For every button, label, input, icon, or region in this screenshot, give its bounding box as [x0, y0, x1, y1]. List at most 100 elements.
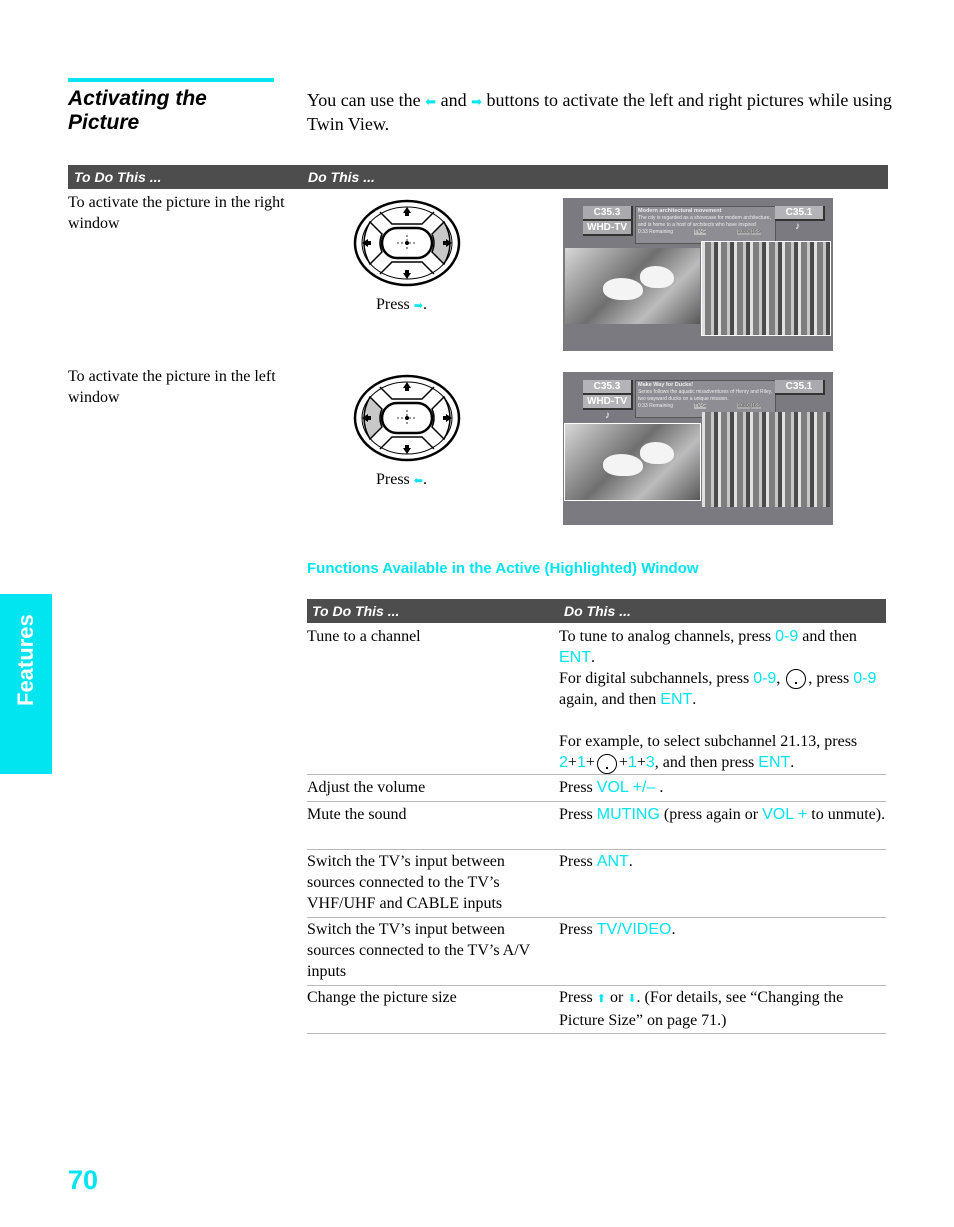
left-arrow-icon: ⬅	[413, 475, 423, 487]
text: Press	[559, 806, 597, 823]
twin-view-screen-left-active: C35.3 WHD-TV ♪ Make Way for Ducks! Serie…	[563, 372, 833, 525]
up-arrow-icon: ⬆	[596, 993, 606, 1005]
key-0-9: 0-9	[853, 670, 877, 687]
plus: +	[636, 754, 646, 772]
right-channel-label: C35.1	[775, 206, 825, 221]
key-ent: ENT	[660, 691, 693, 709]
features-side-tab: Features	[0, 594, 52, 774]
dot-button-icon	[786, 669, 807, 690]
program-status: 0:33 Remaining TV-G 1080i 16:9	[638, 229, 773, 236]
page-number: 70	[68, 1165, 99, 1195]
text: Press	[559, 853, 597, 870]
time-remaining: 0:33 Remaining	[638, 229, 674, 235]
text: , and then press	[654, 754, 759, 772]
text: , press	[808, 670, 854, 687]
left-arrow-icon: ⬅	[425, 94, 437, 109]
left-channel-label: C35.3	[583, 380, 633, 395]
left-channel-label: C35.3	[583, 206, 633, 221]
twin-view-screen-right-active: C35.3 WHD-TV Modern architectural moveme…	[563, 198, 833, 351]
functions-table-header: To Do This ... Do This ...	[307, 599, 886, 623]
table-row: Switch the TV’s input between sources co…	[307, 919, 886, 986]
key-ent: ENT	[559, 649, 591, 666]
example-instruction: For example, to select subchannel 21.13,…	[559, 731, 886, 774]
text: .	[671, 921, 676, 938]
action-cell: Press ANT.	[559, 851, 886, 872]
intro-paragraph: You can use the ⬅ and ➡ buttons to activ…	[307, 89, 907, 136]
key-0-9: 0-9	[753, 670, 777, 687]
time-remaining: 0:33 Remaining	[638, 403, 674, 409]
action-cell: Press ⬆ or ⬇. (For details, see “Changin…	[559, 987, 886, 1031]
right-arrow-icon: ➡	[413, 300, 423, 312]
text: again, and then	[559, 691, 661, 709]
key-2: 2	[559, 754, 568, 772]
text: to unmute).	[807, 806, 886, 823]
press-label: Press	[376, 296, 414, 313]
right-arrow-icon: ➡	[471, 94, 482, 109]
program-title: Make Way for Ducks!	[638, 382, 694, 388]
key-1: 1	[576, 754, 586, 772]
program-title: Modern architectural movement	[638, 208, 722, 214]
text: For example, to select subchannel 21.13,…	[559, 733, 858, 751]
text: For digital subchannels, press	[559, 670, 754, 687]
key-tv-video: TV/VIDEO	[596, 921, 672, 938]
table-row: Change the picture size Press ⬆ or ⬇. (F…	[307, 987, 886, 1034]
dot-button-icon	[596, 753, 617, 774]
text: ,	[776, 670, 785, 687]
task-cell: Switch the TV’s input between sources co…	[307, 921, 530, 980]
remote-dpad-left-highlighted	[353, 374, 461, 462]
text: or	[606, 989, 628, 1006]
resolution-badge: 1080i	[737, 229, 750, 235]
remote-dpad-right-highlighted	[353, 199, 461, 287]
intro-text: and	[436, 90, 472, 110]
text: Press	[559, 989, 597, 1006]
table-row: Tune to a channel To tune to analog chan…	[307, 626, 886, 775]
audio-note-icon: ♪	[605, 410, 610, 421]
rating-badge: TV-G	[694, 229, 707, 235]
text: .	[591, 649, 595, 666]
key-muting: MUTING	[596, 806, 660, 823]
right-channel-label: C35.1	[775, 380, 825, 395]
section-title-line1: Activating the	[68, 87, 207, 110]
task-activate-right: To activate the picture in the right win…	[68, 194, 285, 232]
table-header: To Do This ... Do This ...	[68, 165, 888, 189]
action-cell: To tune to analog channels, press 0-9 an…	[559, 626, 886, 774]
header-todo: To Do This ...	[312, 603, 400, 619]
header-todo: To Do This ...	[74, 169, 162, 185]
intro-text: You can use the	[307, 90, 426, 110]
program-info-banner: Modern architectural movement The city i…	[635, 206, 776, 244]
section-title-line2: Picture	[68, 111, 140, 134]
key-vol-plus: VOL +	[762, 806, 808, 823]
action-cell: Press TV/VIDEO.	[559, 919, 886, 940]
program-description: Series follows the aquatic misadventures…	[638, 389, 773, 402]
task-cell: Change the picture size	[307, 989, 457, 1006]
action-cell: Press VOL +/– .	[559, 777, 886, 798]
table-row: Adjust the volume Press VOL +/– .	[307, 777, 886, 802]
rating-badge: TV-G	[694, 403, 707, 409]
table-row: Switch the TV’s input between sources co…	[307, 851, 886, 918]
task-cell: Tune to a channel	[307, 628, 421, 645]
press-end: .	[423, 471, 427, 488]
plus: +	[585, 754, 595, 772]
task-cell: Adjust the volume	[307, 779, 426, 796]
key-ent: ENT	[758, 754, 791, 772]
press-label: Press	[376, 471, 414, 488]
plus: +	[618, 754, 628, 772]
functions-title: Functions Available in the Active (Highl…	[307, 560, 699, 577]
text: .	[655, 779, 664, 796]
digital-instruction: For digital subchannels, press 0-9, , pr…	[559, 668, 886, 710]
press-instruction-left: Press ⬅.	[376, 469, 427, 492]
header-dothis: Do This ...	[308, 169, 375, 185]
key-vol: VOL +/–	[596, 779, 656, 796]
key-ant: ANT	[596, 853, 629, 870]
section-top-rule	[68, 78, 274, 82]
plus: +	[567, 754, 577, 772]
task-cell: Switch the TV’s input between sources co…	[307, 853, 505, 912]
text: Press	[559, 779, 597, 796]
table-row: Mute the sound Press MUTING (press again…	[307, 804, 886, 850]
section-title: Activating the Picture	[68, 87, 288, 135]
text: (press again or	[659, 806, 763, 823]
aspect-badge: 16:9	[751, 229, 761, 235]
right-picture-building	[702, 412, 830, 507]
key-3: 3	[645, 754, 655, 772]
header-dothis: Do This ...	[564, 603, 631, 619]
